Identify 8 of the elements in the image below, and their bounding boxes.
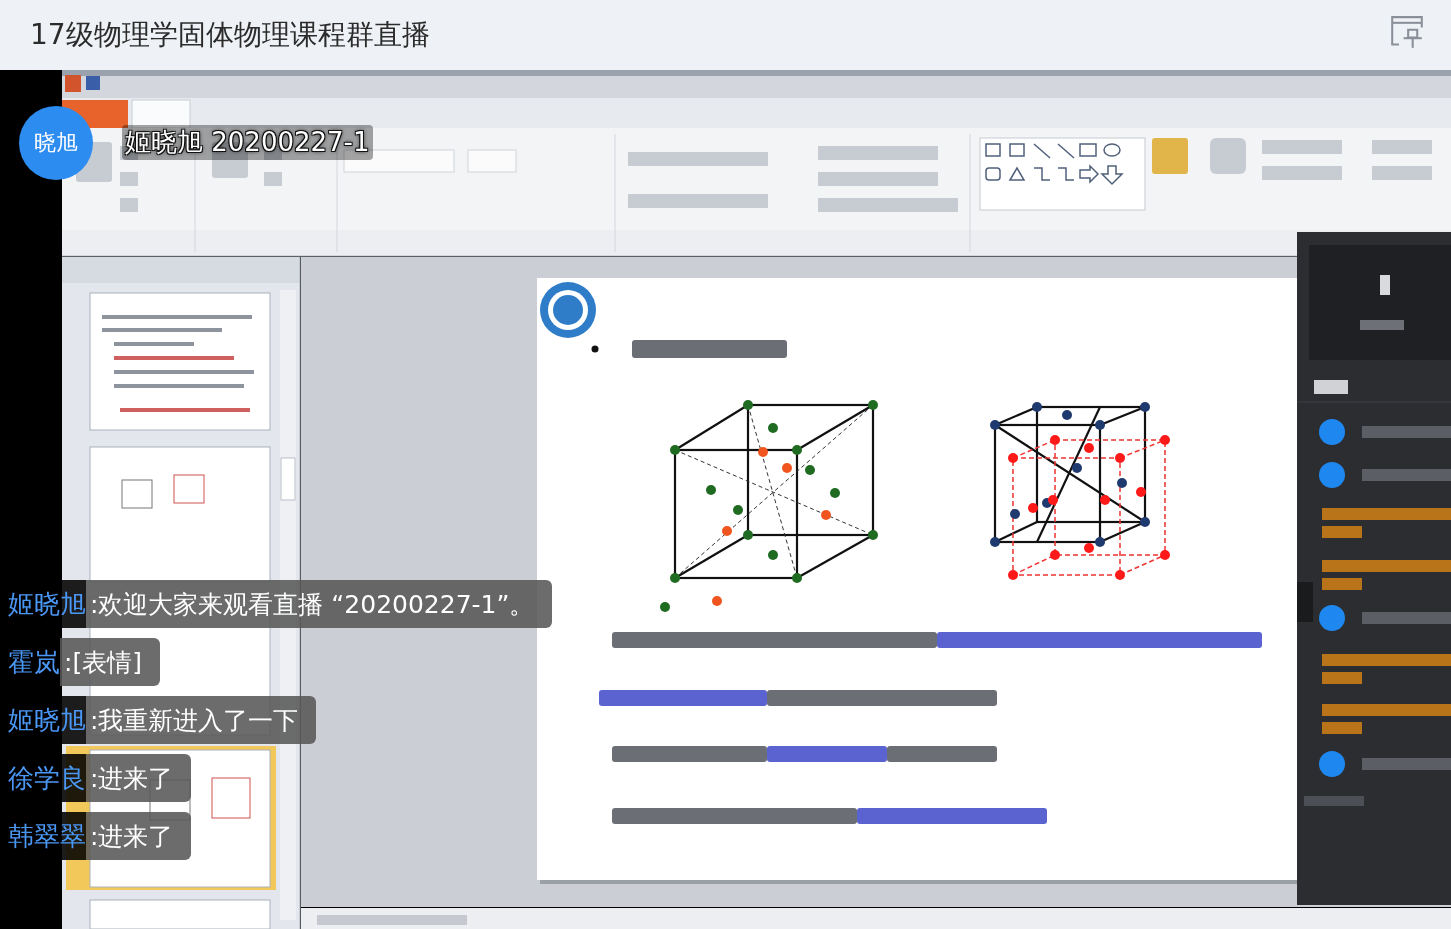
pin-window-icon[interactable] <box>1391 15 1423 49</box>
chat-message: :进来了 <box>86 812 192 860</box>
host-name: 姬晓旭 20200227-1 <box>122 124 373 160</box>
chat-message: :[表情] <box>60 638 160 686</box>
chat-message: :进来了 <box>86 754 192 802</box>
window-title: 17级物理学固体物理课程群直播 <box>30 17 430 53</box>
chat-message: :欢迎大家来观看直播 “20200227-1”。 <box>86 580 553 628</box>
chat-message: :我重新进入了一下 <box>86 696 317 744</box>
